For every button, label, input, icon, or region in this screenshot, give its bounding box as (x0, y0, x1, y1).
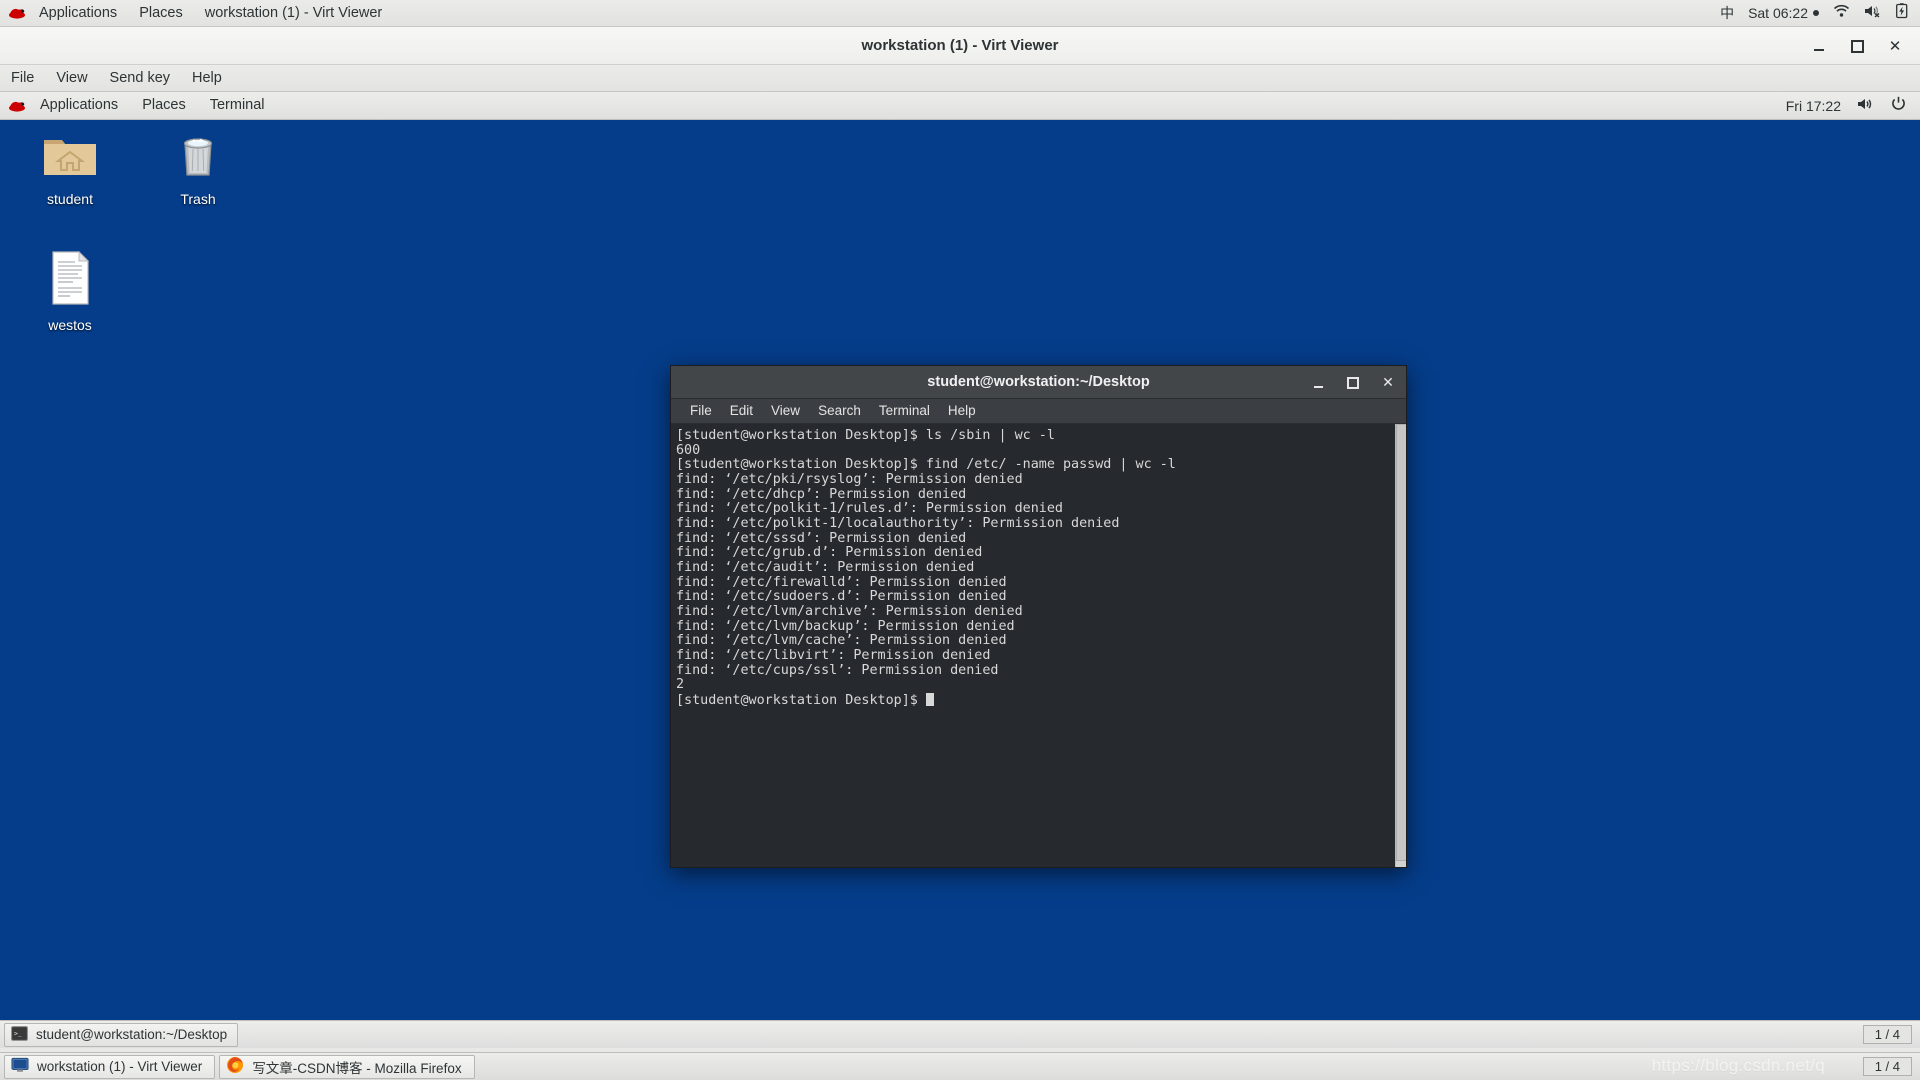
vv-menu-view[interactable]: View (45, 65, 98, 91)
speaker-icon[interactable] (1857, 97, 1875, 115)
guest-redhat-logo-icon (6, 93, 28, 119)
virt-viewer-titlebar[interactable]: workstation (1) - Virt Viewer ✕ (0, 27, 1920, 65)
terminal-title: student@workstation:~/Desktop (927, 374, 1150, 390)
guest-workspace-indicator[interactable]: 1 / 4 (1862, 1025, 1912, 1044)
desktop-icon-student[interactable]: student (22, 130, 118, 207)
host-task-virt-viewer[interactable]: workstation (1) - Virt Viewer (4, 1054, 216, 1079)
virt-viewer-window-controls: ✕ (1810, 27, 1912, 65)
notification-dot-icon (1813, 10, 1819, 16)
terminal-output: [student@workstation Desktop]$ ls /sbin … (676, 428, 1176, 693)
terminal-window[interactable]: student@workstation:~/Desktop ✕ File Edi… (670, 365, 1407, 868)
host-task-firefox-label: 写文章-CSDN博客 - Mozilla Firefox (252, 1060, 462, 1076)
terminal-scrollbar[interactable] (1395, 424, 1406, 867)
guest-clock[interactable]: Fri 17:22 (1786, 98, 1841, 114)
close-button[interactable]: ✕ (1886, 37, 1904, 55)
guest-task-terminal-label: student@workstation:~/Desktop (36, 1027, 228, 1042)
desktop-icon-trash-label: Trash (180, 191, 216, 207)
redhat-logo-icon (6, 0, 28, 26)
text-document-icon (48, 250, 93, 311)
terminal-menu-edit[interactable]: Edit (721, 399, 762, 423)
vv-menu-file[interactable]: File (0, 65, 45, 91)
terminal-cursor (925, 692, 934, 706)
terminal-minimize-button[interactable] (1310, 375, 1326, 391)
host-system-tray: 中 Sat 06:22 (1720, 3, 1920, 23)
terminal-menu-file[interactable]: File (681, 399, 721, 423)
host-top-panel: Applications Places workstation (1) - Vi… (0, 0, 1920, 27)
terminal-menu-terminal[interactable]: Terminal (870, 399, 939, 423)
host-clock[interactable]: Sat 06:22 (1748, 5, 1819, 21)
power-icon[interactable] (1891, 96, 1906, 115)
host-menu-applications[interactable]: Applications (28, 0, 128, 26)
terminal-menu-search[interactable]: Search (809, 399, 870, 423)
terminal-menu-view[interactable]: View (762, 399, 809, 423)
terminal-icon: >_ (11, 1025, 28, 1044)
svg-text:>_: >_ (14, 1029, 22, 1037)
terminal-prompt-line: [student@workstation Desktop]$ (673, 692, 1406, 709)
terminal-maximize-button[interactable] (1345, 375, 1361, 391)
vv-menu-send-key[interactable]: Send key (99, 65, 181, 91)
guest-system-tray: Fri 17:22 (1786, 96, 1920, 115)
terminal-prompt-text: [student@workstation Desktop]$ (676, 692, 926, 708)
firefox-icon (226, 1056, 244, 1077)
host-task-virt-viewer-label: workstation (1) - Virt Viewer (37, 1059, 203, 1074)
terminal-window-controls: ✕ (1310, 366, 1396, 399)
terminal-titlebar[interactable]: student@workstation:~/Desktop ✕ (671, 366, 1406, 399)
host-clock-text: Sat 06:22 (1748, 5, 1808, 21)
terminal-menu-help[interactable]: Help (939, 399, 985, 423)
host-window-title[interactable]: workstation (1) - Virt Viewer (194, 0, 394, 26)
guest-top-panel: Applications Places Terminal Fri 17:22 (0, 92, 1920, 120)
host-menu-places[interactable]: Places (128, 0, 194, 26)
virt-viewer-title: workstation (1) - Virt Viewer (861, 37, 1059, 54)
desktop-icon-trash[interactable]: Trash (150, 130, 246, 207)
guest-taskbar: >_ student@workstation:~/Desktop 1 / 4 (0, 1020, 1920, 1048)
display-icon (11, 1057, 29, 1076)
trash-icon (173, 130, 223, 185)
terminal-menubar: File Edit View Search Terminal Help (671, 399, 1406, 424)
vm-desktop[interactable]: student Trash westos student@workstation… (0, 120, 1920, 1028)
vv-menu-help[interactable]: Help (181, 65, 233, 91)
minimize-button[interactable] (1810, 37, 1828, 55)
terminal-scrollbar-thumb[interactable] (1396, 424, 1406, 861)
virt-viewer-menubar: File View Send key Help (0, 65, 1920, 92)
desktop-icon-westos[interactable]: westos (22, 250, 118, 333)
host-taskbar: workstation (1) - Virt Viewer 写文章-CSDN博客… (0, 1052, 1920, 1080)
home-folder-icon (41, 130, 99, 185)
guest-menu-terminal[interactable]: Terminal (198, 92, 277, 119)
terminal-body[interactable]: [student@workstation Desktop]$ ls /sbin … (671, 424, 1406, 867)
desktop-icon-student-label: student (47, 191, 93, 207)
maximize-button[interactable] (1848, 37, 1866, 55)
battery-icon[interactable] (1896, 3, 1908, 23)
host-task-firefox[interactable]: 写文章-CSDN博客 - Mozilla Firefox (219, 1054, 475, 1079)
terminal-close-button[interactable]: ✕ (1380, 375, 1396, 391)
host-workspace-indicator[interactable]: 1 / 4 (1862, 1057, 1912, 1076)
input-method-indicator[interactable]: 中 (1720, 3, 1734, 23)
desktop-icon-westos-label: westos (48, 317, 92, 333)
wifi-icon[interactable] (1833, 4, 1850, 22)
guest-task-terminal[interactable]: >_ student@workstation:~/Desktop (4, 1022, 239, 1047)
guest-menu-applications[interactable]: Applications (28, 92, 130, 119)
guest-menu-places[interactable]: Places (130, 92, 198, 119)
speaker-muted-icon[interactable] (1864, 4, 1882, 22)
